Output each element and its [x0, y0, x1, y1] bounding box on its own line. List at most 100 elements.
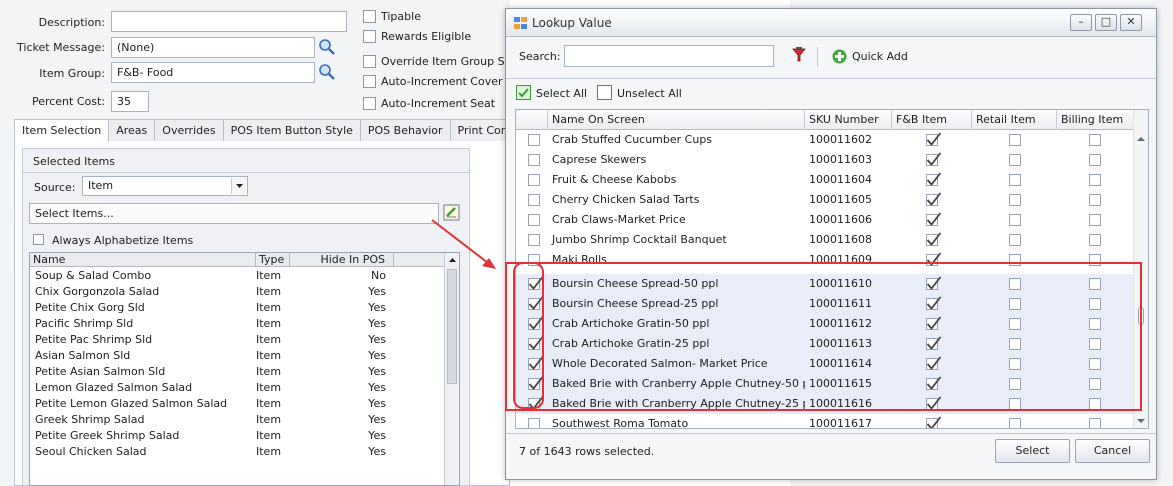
row-retail-item-checkbox[interactable] [1009, 174, 1021, 186]
row-billing-item-checkbox[interactable] [1089, 214, 1101, 226]
row-billing-item-checkbox[interactable] [1089, 234, 1101, 246]
select-all-button[interactable]: Select All [536, 87, 587, 100]
row-retail-item-checkbox[interactable] [1009, 338, 1021, 350]
row-select-checkbox[interactable] [528, 234, 540, 246]
row-fb-item-checkbox[interactable] [926, 396, 942, 410]
row-select-checkbox[interactable] [528, 276, 544, 290]
row-select-checkbox[interactable] [528, 296, 544, 310]
row-fb-item-checkbox[interactable] [926, 232, 942, 246]
list-item[interactable]: Petite Greek Shrimp Salad Item Yes [30, 428, 445, 444]
plus-circle-icon[interactable] [832, 49, 847, 64]
row-select-checkbox[interactable] [528, 356, 544, 370]
list-scroll-thumb[interactable] [447, 269, 457, 384]
row-billing-item-checkbox[interactable] [1089, 398, 1101, 410]
table-row[interactable]: Crab Claws-Market Price 100011606 [516, 210, 1134, 230]
tab-item-selection[interactable]: Item Selection [14, 119, 110, 142]
row-retail-item-checkbox[interactable] [1009, 214, 1021, 226]
always-alphabetize-checkbox[interactable] [33, 234, 44, 245]
row-fb-item-checkbox[interactable] [926, 296, 942, 310]
description-field[interactable] [111, 11, 347, 32]
row-select-checkbox[interactable] [528, 396, 544, 410]
item-group-lookup-icon[interactable] [318, 63, 336, 81]
row-fb-item-checkbox[interactable] [926, 276, 942, 290]
row-fb-item-checkbox[interactable] [926, 252, 942, 266]
table-row[interactable]: Southwest Roma Tomato 100011617 [516, 414, 1134, 428]
table-row[interactable]: Crab Stuffed Cucumber Cups 100011602 [516, 130, 1134, 150]
row-select-checkbox[interactable] [528, 316, 544, 330]
row-billing-item-checkbox[interactable] [1089, 194, 1101, 206]
row-billing-item-checkbox[interactable] [1089, 278, 1101, 290]
row-fb-item-checkbox[interactable] [926, 152, 942, 166]
scroll-up-icon[interactable] [1137, 136, 1146, 142]
table-row[interactable]: Boursin Cheese Spread-25 ppl 100011611 [516, 294, 1134, 314]
row-billing-item-checkbox[interactable] [1089, 378, 1101, 390]
list-item[interactable]: Seoul Chicken Salad Item Yes [30, 444, 445, 460]
list-item[interactable]: Chix Gorgonzola Salad Item Yes [30, 284, 445, 300]
row-retail-item-checkbox[interactable] [1009, 254, 1021, 266]
maximize-button[interactable]: □ [1095, 14, 1117, 31]
list-item[interactable]: Soup & Salad Combo Item No [30, 268, 445, 284]
selected-items-list[interactable]: Name Type Hide In POS Soup & Salad Combo… [29, 252, 460, 486]
row-fb-item-checkbox[interactable] [926, 316, 942, 330]
row-fb-item-checkbox[interactable] [926, 356, 942, 370]
row-fb-item-checkbox[interactable] [926, 192, 942, 206]
row-billing-item-checkbox[interactable] [1089, 298, 1101, 310]
tab-overrides[interactable]: Overrides [154, 119, 224, 141]
filter-icon[interactable] [792, 47, 806, 63]
percent-cost-field[interactable]: 35 [111, 91, 149, 112]
list-scrollbar[interactable] [444, 253, 459, 485]
row-billing-item-checkbox[interactable] [1089, 418, 1101, 428]
row-fb-item-checkbox[interactable] [926, 172, 942, 186]
list-item[interactable]: Lemon Glazed Salmon Salad Item Yes [30, 380, 445, 396]
lookup-grid[interactable]: Name On Screen SKU Number F&B Item Retai… [515, 109, 1149, 429]
table-row[interactable]: Crab Artichoke Gratin-50 ppl 100011612 [516, 314, 1134, 334]
quick-add-button[interactable]: Quick Add [852, 50, 908, 63]
column-hide-in-pos[interactable]: Hide In POS [290, 253, 394, 267]
table-row[interactable]: Boursin Cheese Spread-50 ppl 100011610 [516, 274, 1134, 294]
unselect-all-box-icon[interactable] [597, 85, 612, 100]
close-button[interactable]: ✕ [1120, 14, 1142, 31]
grid-scrollbar[interactable] [1133, 110, 1148, 428]
search-input[interactable] [564, 45, 774, 67]
ticket-message-field[interactable]: (None) [111, 37, 315, 58]
cancel-button[interactable]: Cancel [1075, 439, 1150, 463]
column-select[interactable] [516, 110, 548, 130]
override-item-group-checkbox[interactable] [363, 55, 376, 68]
dialog-titlebar[interactable]: Lookup Value – □ ✕ [506, 9, 1156, 37]
source-select[interactable]: Item [82, 176, 248, 196]
table-row[interactable]: Baked Brie with Cranberry Apple Chutney-… [516, 374, 1134, 394]
table-row[interactable]: Fruit & Cheese Kabobs 100011604 [516, 170, 1134, 190]
list-item[interactable]: Greek Shrimp Salad Item Yes [30, 412, 445, 428]
row-select-checkbox[interactable] [528, 418, 540, 428]
tab-pos-behavior[interactable]: POS Behavior [359, 119, 451, 141]
row-select-checkbox[interactable] [528, 194, 540, 206]
item-group-field[interactable]: F&B- Food [111, 62, 315, 83]
row-select-checkbox[interactable] [528, 174, 540, 186]
row-retail-item-checkbox[interactable] [1009, 318, 1021, 330]
row-select-checkbox[interactable] [528, 154, 540, 166]
select-items-input[interactable]: Select Items... [29, 203, 439, 224]
column-name-on-screen[interactable]: Name On Screen [548, 110, 805, 130]
row-select-checkbox[interactable] [528, 254, 540, 266]
list-item[interactable]: Asian Salmon Sld Item Yes [30, 348, 445, 364]
row-billing-item-checkbox[interactable] [1089, 134, 1101, 146]
ticket-message-lookup-icon[interactable] [318, 38, 336, 56]
row-retail-item-checkbox[interactable] [1009, 358, 1021, 370]
table-row[interactable]: Cherry Chicken Salad Tarts 100011605 [516, 190, 1134, 210]
row-retail-item-checkbox[interactable] [1009, 278, 1021, 290]
table-row[interactable]: Baked Brie with Cranberry Apple Chutney-… [516, 394, 1134, 414]
row-billing-item-checkbox[interactable] [1089, 254, 1101, 266]
tab-areas[interactable]: Areas [108, 119, 156, 141]
row-retail-item-checkbox[interactable] [1009, 298, 1021, 310]
column-sku-number[interactable]: SKU Number [805, 110, 892, 130]
row-billing-item-checkbox[interactable] [1089, 154, 1101, 166]
table-row[interactable]: Caprese Skewers 100011603 [516, 150, 1134, 170]
list-item[interactable]: Petite Asian Salmon Sld Item Yes [30, 364, 445, 380]
table-row[interactable]: Maki Rolls 100011609 [516, 250, 1134, 270]
row-retail-item-checkbox[interactable] [1009, 378, 1021, 390]
table-row[interactable]: Crab Artichoke Gratin-25 ppl 100011613 [516, 334, 1134, 354]
list-item[interactable]: Pacific Shrimp Sld Item Yes [30, 316, 445, 332]
select-all-check-icon[interactable] [516, 85, 531, 100]
unselect-all-button[interactable]: Unselect All [617, 87, 682, 100]
list-item[interactable]: Petite Pac Shrimp Sld Item Yes [30, 332, 445, 348]
